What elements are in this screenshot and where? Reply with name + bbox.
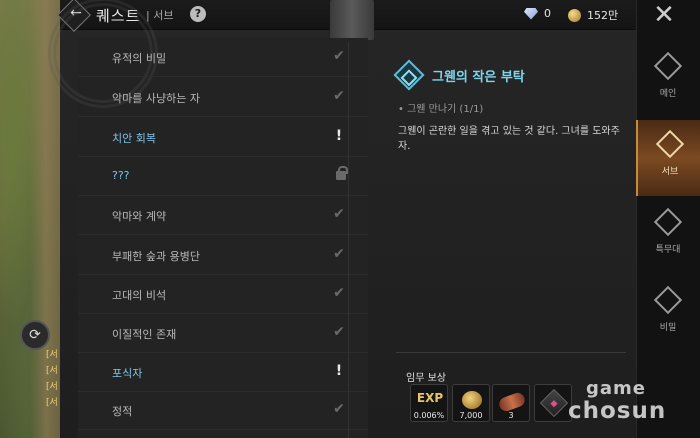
special-quest-icon: [653, 207, 683, 237]
secret-quest-icon: [653, 285, 683, 315]
main-quest-icon: [653, 51, 683, 81]
list-divider: [348, 42, 349, 438]
tab-label: 특무대: [655, 245, 681, 255]
quest-title: 그웬의 작은 부탁: [432, 70, 525, 85]
help-icon[interactable]: ?: [190, 6, 206, 22]
reward-item[interactable]: [534, 384, 572, 422]
tab-special[interactable]: 특무대: [636, 198, 700, 274]
reward-value: 3: [508, 411, 514, 420]
quest-label: 이질적인 존재: [112, 328, 177, 341]
reward-label: 임무 보상: [406, 373, 446, 384]
quest-description: 그웬이 곤란한 일을 겪고 있는 것 같다. 그녀를 도와주자.: [398, 126, 620, 152]
watermark-line2: chosun: [568, 398, 667, 424]
quest-item[interactable]: 치안 회복 !: [78, 118, 368, 157]
gold-count: 152만: [587, 9, 619, 22]
tab-secret[interactable]: 비밀: [636, 276, 700, 352]
chat-line: [서: [46, 398, 58, 408]
quest-label: 유적의 비밀: [112, 52, 167, 65]
quest-item[interactable]: 포식자 !: [78, 353, 368, 392]
quest-label: 고대의 비석: [112, 289, 167, 302]
check-icon: ✔: [333, 48, 345, 64]
tab-sub[interactable]: 서브: [636, 120, 700, 196]
quest-label: 포식자: [112, 367, 143, 380]
reward-value: 7,000: [459, 411, 483, 420]
lock-icon: [336, 166, 348, 180]
meat-icon: [497, 390, 527, 414]
quest-item[interactable]: ???: [78, 157, 368, 196]
quest-list: 유적의 비밀 ✔ 악마를 사냥하는 자 ✔ 치안 회복 ! ??? 악마와 계약…: [48, 0, 368, 438]
quest-label: 치안 회복: [112, 132, 156, 145]
quest-label: 정적: [112, 405, 133, 418]
chat-line: [서: [46, 366, 58, 376]
sub-quest-icon: [655, 129, 685, 159]
quest-objective: • 그웬 만나기 (1/1): [398, 104, 484, 115]
detail-divider: [396, 352, 626, 353]
exclamation-icon: !: [335, 128, 343, 144]
quest-item[interactable]: 악마를 사냥하는 자 ✔: [78, 78, 368, 117]
quest-label: 악마와 계약: [112, 210, 167, 223]
reward-item[interactable]: 3: [492, 384, 530, 422]
check-icon: ✔: [333, 285, 345, 301]
quest-label: 악마를 사냥하는 자: [112, 92, 200, 105]
auto-toggle-icon[interactable]: ⟳: [20, 320, 50, 350]
check-icon: ✔: [333, 324, 345, 340]
gem-counter: 0: [524, 7, 551, 20]
quest-item[interactable]: 이질적인 존재 ✔: [78, 314, 368, 353]
check-icon: ✔: [333, 246, 345, 262]
quest-item[interactable]: 악마와 계약 ✔: [78, 196, 368, 235]
decorative-rail: [330, 0, 374, 40]
chat-line: [서: [46, 382, 58, 392]
reward-exp[interactable]: EXP 0.006%: [410, 384, 448, 422]
quest-item[interactable]: 부패한 숲과 용병단 ✔: [78, 236, 368, 275]
diamond-icon: [524, 7, 538, 20]
check-icon: ✔: [333, 401, 345, 417]
quest-item[interactable]: 정적 ✔: [78, 391, 368, 430]
gold-coin-icon: [568, 8, 581, 22]
gem-count: 0: [544, 7, 551, 20]
page-subtitle: | 서브: [146, 9, 174, 22]
check-icon: ✔: [333, 206, 345, 222]
quest-label: 부패한 숲과 용병단: [112, 250, 200, 263]
gold-pile-icon: [462, 391, 482, 409]
exp-icon: EXP: [416, 391, 444, 405]
tab-main[interactable]: 메인: [636, 42, 700, 118]
reward-value: 0.006%: [413, 411, 445, 420]
chat-log: [서 [서 [서 [서: [46, 347, 58, 411]
tab-label: 메인: [659, 89, 677, 99]
exclamation-icon: !: [335, 363, 343, 379]
quest-label: ???: [112, 169, 130, 182]
chat-line: [서: [46, 350, 58, 360]
quest-item[interactable]: 유적의 비밀 ✔: [78, 38, 368, 77]
gold-counter: 152만: [568, 7, 618, 23]
watermark-line1: game: [586, 378, 646, 399]
reward-gold[interactable]: 7,000: [452, 384, 490, 422]
scroll-icon: [539, 388, 569, 418]
watermark: game chosun: [568, 378, 698, 424]
close-icon[interactable]: ✕: [650, 2, 678, 30]
tab-label: 서브: [661, 167, 679, 177]
check-icon: ✔: [333, 88, 345, 104]
quest-item[interactable]: 고대의 비석 ✔: [78, 275, 368, 314]
tab-label: 비밀: [659, 323, 677, 333]
